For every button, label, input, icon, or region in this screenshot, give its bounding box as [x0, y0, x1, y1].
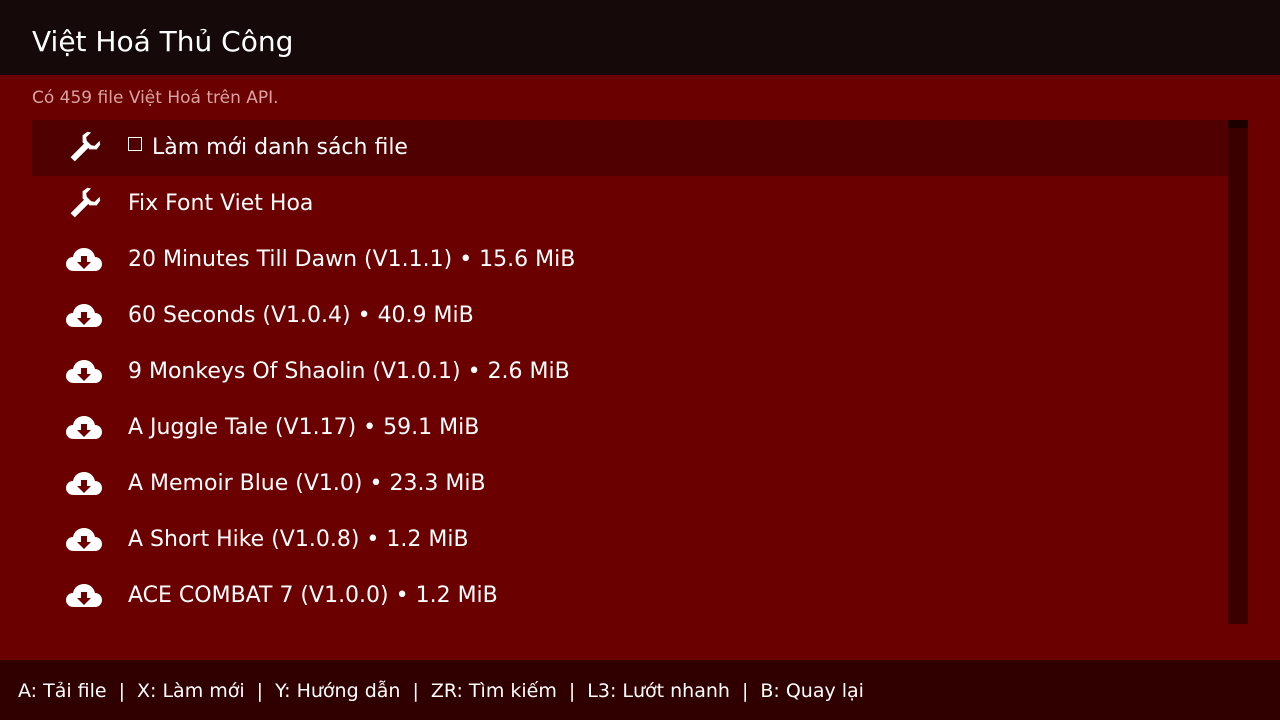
header-bar: Việt Hoá Thủ Công: [0, 0, 1280, 75]
page-title: Việt Hoá Thủ Công: [32, 25, 294, 58]
list-item-text: Fix Font Viet Hoa: [128, 191, 314, 216]
hint-separator: |: [741, 680, 749, 702]
file-count-text: Có 459 file Việt Hoá trên API.: [32, 88, 279, 108]
wrench-icon: [64, 130, 104, 166]
list-item-label: Fix Font Viet Hoa: [128, 176, 313, 232]
button-hint: X: Làm mới: [137, 680, 245, 702]
list-item-label: A Juggle Tale (V1.17) • 59.1 MiB: [128, 400, 479, 456]
list-item[interactable]: ACE COMBAT 7 (V1.0.0) • 1.2 MiB: [32, 568, 1228, 624]
list-item-text: A Juggle Tale (V1.17) • 59.1 MiB: [128, 415, 480, 440]
list-item-text: A Short Hike (V1.0.8) • 1.2 MiB: [128, 527, 469, 552]
app-window: Việt Hoá Thủ Công Có 459 file Việt Hoá t…: [0, 0, 1280, 720]
button-hint: Y: Hướng dẫn: [275, 680, 401, 702]
cloud-download-icon: [64, 242, 104, 278]
hint-separator: |: [256, 680, 264, 702]
list-item-label: 20 Minutes Till Dawn (V1.1.1) • 15.6 MiB: [128, 232, 575, 288]
checkbox[interactable]: [128, 137, 142, 151]
cloud-download-icon: [64, 298, 104, 334]
hint-separator: |: [118, 680, 126, 702]
wrench-icon: [64, 186, 104, 222]
list-item[interactable]: 60 Seconds (V1.0.4) • 40.9 MiB: [32, 288, 1228, 344]
list-item-label: ACE COMBAT 7 (V1.0.0) • 1.2 MiB: [128, 568, 498, 624]
button-hint: ZR: Tìm kiếm: [430, 680, 557, 702]
list-item-label: Làm mới danh sách file: [128, 120, 408, 176]
list-item-label: A Memoir Blue (V1.0) • 23.3 MiB: [128, 456, 486, 512]
button-hints: A: Tải file | X: Làm mới | Y: Hướng dẫn | ZR: …: [18, 678, 864, 704]
hint-separator: |: [568, 680, 576, 702]
file-list: Làm mới danh sách file Fix Font Viet Hoa 2…: [32, 120, 1248, 624]
button-hint: B: Quay lại: [760, 680, 864, 702]
list-item[interactable]: 9 Monkeys Of Shaolin (V1.0.1) • 2.6 MiB: [32, 344, 1228, 400]
list-item[interactable]: Fix Font Viet Hoa: [32, 176, 1228, 232]
hint-separator: |: [412, 680, 419, 702]
list-item[interactable]: 20 Minutes Till Dawn (V1.1.1) • 15.6 MiB: [32, 232, 1228, 288]
button-hint: A: Tải file: [18, 680, 107, 702]
list-item-text: 20 Minutes Till Dawn (V1.1.1) • 15.6 MiB: [128, 247, 576, 272]
list-item-label: 60 Seconds (V1.0.4) • 40.9 MiB: [128, 288, 474, 344]
list-item[interactable]: A Short Hike (V1.0.8) • 1.2 MiB: [32, 512, 1228, 568]
cloud-download-icon: [64, 578, 104, 614]
list-item[interactable]: A Juggle Tale (V1.17) • 59.1 MiB: [32, 400, 1228, 456]
list-item-text: ACE COMBAT 7 (V1.0.0) • 1.2 MiB: [128, 583, 498, 608]
cloud-download-icon: [64, 522, 104, 558]
scrollbar-thumb[interactable]: [1228, 120, 1248, 128]
scrollbar[interactable]: [1228, 120, 1248, 624]
button-hint: L3: Lướt nhanh: [587, 680, 730, 702]
cloud-download-icon: [64, 354, 104, 390]
list-item[interactable]: Làm mới danh sách file: [32, 120, 1228, 176]
cloud-download-icon: [64, 410, 104, 446]
list-item-label: 9 Monkeys Of Shaolin (V1.0.1) • 2.6 MiB: [128, 344, 570, 400]
cloud-download-icon: [64, 466, 104, 502]
list-item-text: Làm mới danh sách file: [152, 135, 408, 160]
list-item[interactable]: A Memoir Blue (V1.0) • 23.3 MiB: [32, 456, 1228, 512]
list-item-text: 60 Seconds (V1.0.4) • 40.9 MiB: [128, 303, 474, 328]
list-item-label: A Short Hike (V1.0.8) • 1.2 MiB: [128, 512, 469, 568]
footer-bar: A: Tải file | X: Làm mới | Y: Hướng dẫn | ZR: …: [0, 660, 1280, 720]
list-item-text: A Memoir Blue (V1.0) • 23.3 MiB: [128, 471, 486, 496]
list-item-text: 9 Monkeys Of Shaolin (V1.0.1) • 2.6 MiB: [128, 359, 570, 384]
